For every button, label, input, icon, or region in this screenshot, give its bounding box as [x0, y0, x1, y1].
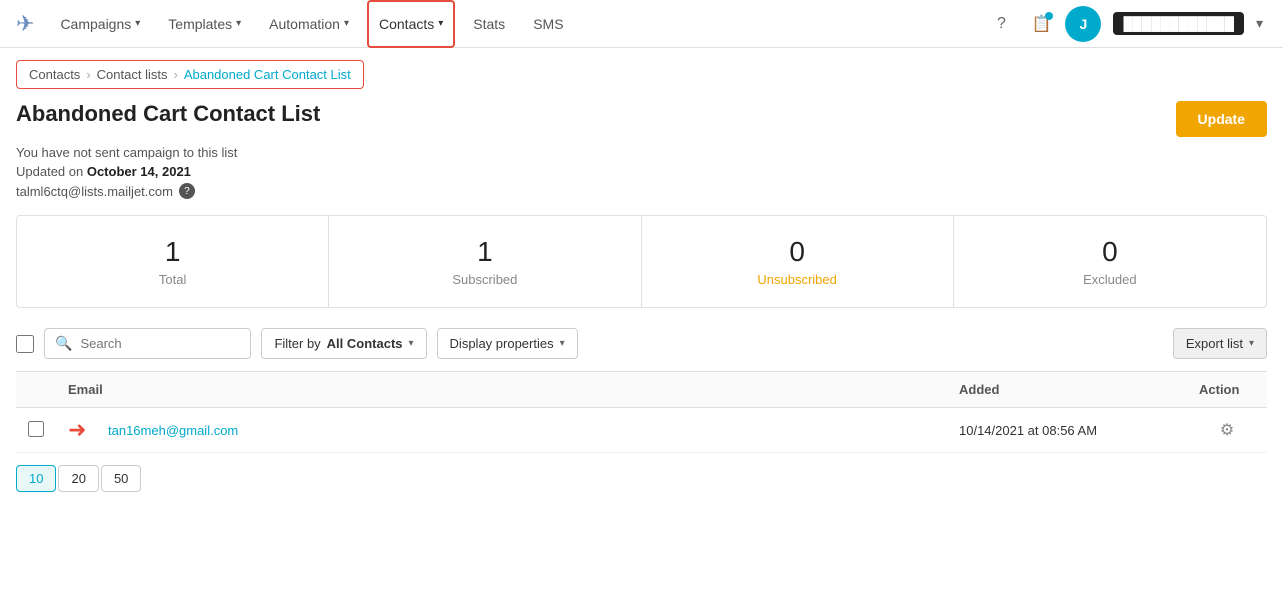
table-row: ➜ tan16meh@gmail.com 10/14/2021 at 08:56…	[16, 408, 1267, 453]
stat-excluded: 0 Excluded	[954, 216, 1266, 307]
export-button[interactable]: Export list ▾	[1173, 328, 1267, 359]
stat-excluded-label: Excluded	[974, 272, 1246, 287]
page-header: Abandoned Cart Contact List Update	[16, 101, 1267, 137]
stat-excluded-number: 0	[974, 236, 1246, 268]
breadcrumb-current: Abandoned Cart Contact List	[184, 67, 351, 82]
table-header-row: Email Added Action	[16, 372, 1267, 408]
user-name: ████████████	[1113, 12, 1244, 35]
breadcrumb-contacts[interactable]: Contacts	[29, 67, 80, 82]
campaigns-caret: ▾	[135, 18, 140, 29]
contacts-caret: ▾	[438, 18, 443, 29]
col-header-checkbox	[16, 372, 56, 408]
logo-icon: ✈	[16, 11, 34, 37]
breadcrumb-sep-1: ›	[86, 67, 90, 82]
update-button[interactable]: Update	[1176, 101, 1267, 137]
filter-value: All Contacts	[327, 336, 403, 351]
stat-unsubscribed-number: 0	[662, 236, 933, 268]
notification-dot	[1045, 12, 1053, 20]
row-added-cell: 10/14/2021 at 08:56 AM	[947, 408, 1187, 453]
export-label: Export list	[1186, 336, 1243, 351]
email-link[interactable]: tan16meh@gmail.com	[108, 423, 238, 438]
breadcrumb-sep-2: ›	[173, 67, 177, 82]
row-checkbox-cell	[16, 408, 56, 453]
campaign-info: You have not sent campaign to this list	[16, 145, 1267, 160]
row-email-cell: ➜ tan16meh@gmail.com	[56, 408, 947, 453]
stat-unsubscribed: 0 Unsubscribed	[642, 216, 954, 307]
filter-label: Filter by	[274, 336, 320, 351]
search-box: 🔍	[44, 328, 251, 359]
navbar: ✈ Campaigns ▾ Templates ▾ Automation ▾ C…	[0, 0, 1283, 48]
stat-subscribed: 1 Subscribed	[329, 216, 641, 307]
stat-subscribed-number: 1	[349, 236, 620, 268]
pagination: 10 20 50	[16, 465, 1267, 492]
filter-caret: ▾	[409, 338, 414, 349]
filter-button[interactable]: Filter by All Contacts ▾	[261, 328, 426, 359]
search-input[interactable]	[80, 336, 240, 351]
contacts-table: Email Added Action ➜ tan16meh@gmail.com …	[16, 371, 1267, 453]
row-checkbox[interactable]	[28, 421, 44, 437]
page-title: Abandoned Cart Contact List	[16, 101, 320, 127]
automation-caret: ▾	[344, 18, 349, 29]
red-arrow-icon: ➜	[68, 417, 86, 443]
nav-campaigns[interactable]: Campaigns ▾	[50, 0, 150, 48]
nav-stats[interactable]: Stats	[463, 0, 515, 48]
row-action-gear-icon[interactable]: ⚙	[1220, 422, 1234, 439]
display-caret: ▾	[560, 338, 565, 349]
stat-unsubscribed-label: Unsubscribed	[662, 272, 933, 287]
col-header-added: Added	[947, 372, 1187, 408]
info-section: You have not sent campaign to this list …	[16, 145, 1267, 199]
nav-templates[interactable]: Templates ▾	[158, 0, 251, 48]
stats-grid: 1 Total 1 Subscribed 0 Unsubscribed 0 Ex…	[16, 215, 1267, 308]
stat-total: 1 Total	[17, 216, 329, 307]
nav-contacts[interactable]: Contacts ▾	[367, 0, 455, 48]
nav-automation[interactable]: Automation ▾	[259, 0, 359, 48]
help-button[interactable]: ?	[985, 8, 1017, 40]
page-btn-50[interactable]: 50	[101, 465, 141, 492]
list-email: talml6ctq@lists.mailjet.com	[16, 184, 173, 199]
updated-info: Updated on October 14, 2021	[16, 164, 1267, 179]
list-email-row: talml6ctq@lists.mailjet.com ?	[16, 183, 1267, 199]
search-icon: 🔍	[55, 335, 72, 352]
breadcrumb-contact-lists[interactable]: Contact lists	[97, 67, 168, 82]
templates-caret: ▾	[236, 18, 241, 29]
user-dropdown-button[interactable]: ▾	[1252, 15, 1267, 32]
page-btn-10[interactable]: 10	[16, 465, 56, 492]
col-header-email: Email	[56, 372, 947, 408]
stat-subscribed-label: Subscribed	[349, 272, 620, 287]
export-caret: ▾	[1249, 338, 1254, 349]
help-icon[interactable]: ?	[179, 183, 195, 199]
select-all-checkbox[interactable]	[16, 335, 34, 353]
breadcrumb: Contacts › Contact lists › Abandoned Car…	[16, 60, 364, 89]
avatar[interactable]: J	[1065, 6, 1101, 42]
display-properties-button[interactable]: Display properties ▾	[437, 328, 578, 359]
row-action-cell: ⚙	[1187, 408, 1267, 453]
notifications-button[interactable]: 📋	[1025, 8, 1057, 40]
col-header-action: Action	[1187, 372, 1267, 408]
display-label: Display properties	[450, 336, 554, 351]
page-btn-20[interactable]: 20	[58, 465, 98, 492]
stat-total-number: 1	[37, 236, 308, 268]
row-added-value: 10/14/2021 at 08:56 AM	[959, 423, 1097, 438]
nav-sms[interactable]: SMS	[523, 0, 573, 48]
main-content: Abandoned Cart Contact List Update You h…	[0, 101, 1283, 516]
toolbar: 🔍 Filter by All Contacts ▾ Display prope…	[16, 328, 1267, 359]
stat-total-label: Total	[37, 272, 308, 287]
